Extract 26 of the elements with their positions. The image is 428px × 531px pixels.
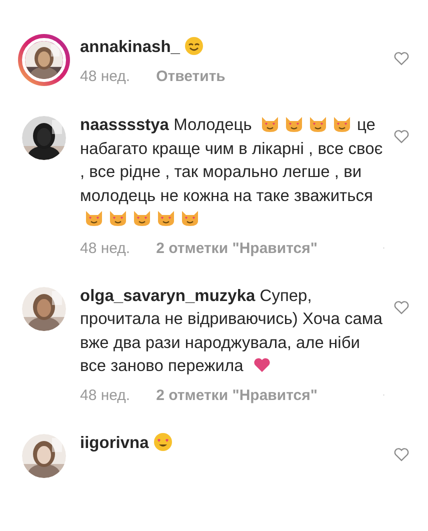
heart-eyes-face-icon (152, 432, 173, 452)
comment-text: naasssstya Молодець це набагато краще чим в лікарні , все своє , все рідне , так морально легше , ви молодець не кожна на таке зважиться (80, 114, 385, 232)
cat-face-icon (284, 114, 304, 134)
cat-face-icon (132, 208, 152, 228)
heart-outline-icon[interactable] (393, 128, 410, 145)
smiling-face-icon (184, 36, 204, 56)
cat-face-icon (84, 208, 104, 228)
story-ring[interactable] (18, 34, 70, 86)
cat-face-icon (332, 114, 352, 134)
heart-outline-icon[interactable] (393, 298, 410, 316)
heart-outline-icon[interactable] (393, 446, 410, 462)
cat-face-icon (156, 208, 176, 228)
cat-face-icon (260, 114, 280, 134)
heart-icon (252, 355, 272, 375)
cat-face-icon (108, 208, 128, 228)
heart-outline-icon[interactable] (393, 50, 410, 67)
comment-time: 48 нед. (80, 240, 130, 256)
comment-time: 48 нед. (80, 68, 130, 84)
username-link[interactable]: olga_savaryn_muzyka (80, 286, 256, 304)
username-link[interactable]: naasssstya (80, 116, 169, 134)
comment-text: olga_savaryn_muzyka Супер, прочитала не відриваючись) Хоча сама вже два рази народжувала, але ніби все заново пережила (80, 286, 384, 377)
username-link[interactable]: iigorivna (80, 434, 149, 452)
cat-face-icon (180, 208, 200, 228)
username-link[interactable]: annakinash_ (80, 38, 180, 56)
cat-face-icon (308, 114, 328, 134)
comment-time: 48 нед. (80, 386, 130, 404)
